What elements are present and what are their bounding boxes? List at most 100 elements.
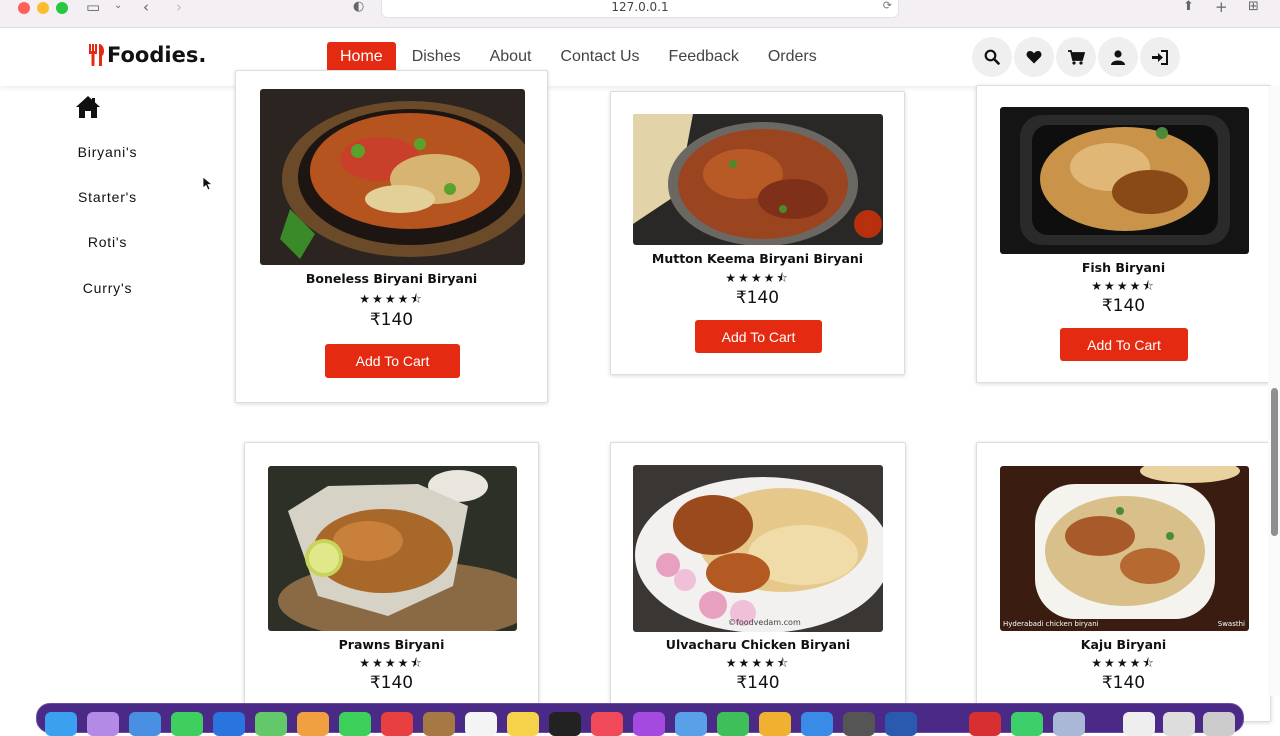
nav-feedback[interactable]: Feedback bbox=[656, 42, 752, 72]
tab-overview-icon[interactable]: ⊞ bbox=[1248, 0, 1259, 14]
back-icon[interactable]: ‹ bbox=[143, 0, 149, 16]
minimize-window-icon[interactable] bbox=[37, 2, 49, 14]
facetime-app-icon[interactable] bbox=[339, 712, 371, 736]
messages-app-icon[interactable] bbox=[171, 712, 203, 736]
cart-icon bbox=[1067, 49, 1085, 65]
photos-app-icon[interactable] bbox=[297, 712, 329, 736]
downloads-stack-icon[interactable] bbox=[1163, 712, 1195, 736]
new-tab-icon[interactable]: + bbox=[1215, 0, 1228, 16]
dish-price: ₹140 bbox=[736, 673, 780, 693]
mouse-cursor-icon bbox=[203, 177, 213, 191]
url-text: 127.0.0.1 bbox=[611, 0, 669, 14]
podcasts-app-icon[interactable] bbox=[633, 712, 665, 736]
documents-stack-icon[interactable] bbox=[1123, 712, 1155, 736]
trash-icon[interactable] bbox=[1203, 712, 1235, 736]
image-watermark: ©foodvedam.com bbox=[728, 618, 801, 627]
mail-app-icon[interactable] bbox=[213, 712, 245, 736]
rating-stars-icon: ★★★★⯪ bbox=[1091, 279, 1156, 293]
close-window-icon[interactable] bbox=[18, 2, 30, 14]
heart-icon bbox=[1026, 51, 1042, 64]
wishlist-button[interactable] bbox=[1014, 37, 1054, 77]
preview-app-icon[interactable] bbox=[675, 712, 707, 736]
contacts-app-icon[interactable] bbox=[423, 712, 455, 736]
finder-app-icon[interactable] bbox=[45, 712, 77, 736]
opera-app-icon[interactable] bbox=[969, 712, 1001, 736]
dish-image bbox=[1000, 107, 1249, 254]
sidebar-item-currys[interactable]: Curry's bbox=[40, 280, 175, 296]
sidebar-item-biryanis[interactable]: Biryani's bbox=[40, 144, 175, 160]
nav-orders[interactable]: Orders bbox=[755, 42, 830, 72]
dish-price: ₹140 bbox=[369, 310, 414, 330]
system-settings-app-icon[interactable] bbox=[843, 712, 875, 736]
user-icon bbox=[1111, 49, 1125, 65]
pages-app-icon[interactable] bbox=[759, 712, 791, 736]
music-app-icon[interactable] bbox=[591, 712, 623, 736]
brand-logo[interactable]: Foodies. bbox=[88, 43, 206, 67]
image-caption: Hyderabadi chicken biryani bbox=[1003, 620, 1099, 628]
login-button[interactable] bbox=[1140, 37, 1180, 77]
add-to-cart-button[interactable]: Add To Cart bbox=[325, 344, 460, 378]
rating-stars-icon: ★★★★⯪ bbox=[1091, 656, 1156, 670]
dish-name: Prawns Biryani bbox=[338, 637, 445, 652]
sidebar-item-starters[interactable]: Starter's bbox=[40, 189, 175, 205]
macos-dock bbox=[36, 703, 1244, 736]
dish-card: Fish Biryani ★★★★⯪ ₹140 Add To Cart bbox=[976, 85, 1271, 383]
dish-image bbox=[633, 114, 883, 245]
nav-home[interactable]: Home bbox=[327, 42, 396, 72]
sidebar-toggle-icon[interactable]: ▭ bbox=[86, 0, 100, 16]
safari-app-icon[interactable] bbox=[129, 712, 161, 736]
app-store-app-icon[interactable] bbox=[801, 712, 833, 736]
rating-stars-icon: ★★★★⯪ bbox=[725, 271, 790, 285]
dish-image: Hyderabadi chicken biryani Swasthi bbox=[1000, 466, 1249, 631]
add-to-cart-button[interactable]: Add To Cart bbox=[1060, 328, 1188, 361]
sidebar-item-rotis[interactable]: Roti's bbox=[40, 234, 175, 250]
login-icon bbox=[1152, 49, 1168, 65]
tv-app-icon[interactable] bbox=[549, 712, 581, 736]
calendar-app-icon[interactable] bbox=[381, 712, 413, 736]
dish-price: ₹140 bbox=[1101, 673, 1146, 693]
shield-icon[interactable]: ◐ bbox=[353, 0, 364, 14]
launchpad-app-icon[interactable] bbox=[87, 712, 119, 736]
whatsapp-app-icon[interactable] bbox=[1011, 712, 1043, 736]
maps-app-icon[interactable] bbox=[255, 712, 287, 736]
share-icon[interactable]: ⬆ bbox=[1183, 0, 1194, 14]
add-to-cart-button[interactable]: Add To Cart bbox=[695, 320, 822, 353]
reminders-app-icon[interactable] bbox=[465, 712, 497, 736]
search-button[interactable] bbox=[972, 37, 1012, 77]
brand-name: Foodies. bbox=[107, 43, 207, 67]
main-nav: Home Dishes About Contact Us Feedback Or… bbox=[327, 42, 833, 72]
dish-name: Ulvacharu Chicken Biryani bbox=[665, 637, 851, 652]
rating-stars-icon: ★★★★⯪ bbox=[359, 292, 424, 306]
rating-stars-icon: ★★★★⯪ bbox=[359, 656, 424, 670]
cart-button[interactable] bbox=[1056, 37, 1096, 77]
dish-price: ₹140 bbox=[735, 288, 780, 308]
nav-contact-us[interactable]: Contact Us bbox=[547, 42, 652, 72]
browser-toolbar: ▭ ⌄ ‹ › ◐ 127.0.0.1 ⟳ ⬆ + ⊞ bbox=[0, 0, 1280, 28]
chevron-down-icon[interactable]: ⌄ bbox=[114, 0, 122, 11]
home-icon[interactable] bbox=[75, 95, 101, 119]
dish-card: Prawns Biryani ★★★★⯪ ₹140 bbox=[244, 442, 539, 722]
dish-price: ₹140 bbox=[369, 673, 414, 693]
image-credit: Swasthi bbox=[1217, 620, 1245, 628]
notes-app-icon[interactable] bbox=[507, 712, 539, 736]
dish-image bbox=[268, 466, 517, 631]
folder-app-icon[interactable] bbox=[1053, 712, 1085, 736]
dish-image: ©foodvedam.com bbox=[633, 465, 883, 632]
account-button[interactable] bbox=[1098, 37, 1138, 77]
reload-icon[interactable]: ⟳ bbox=[883, 0, 892, 12]
site-header: Foodies. Home Dishes About Contact Us Fe… bbox=[0, 29, 1280, 86]
dish-card: Mutton Keema Biryani Biryani ★★★★⯪ ₹140 … bbox=[610, 91, 905, 375]
dish-image bbox=[260, 89, 525, 265]
nav-about[interactable]: About bbox=[477, 42, 545, 72]
zoom-window-icon[interactable] bbox=[56, 2, 68, 14]
vscode-app-icon[interactable] bbox=[885, 712, 917, 736]
numbers-app-icon[interactable] bbox=[717, 712, 749, 736]
nav-dishes[interactable]: Dishes bbox=[399, 42, 474, 72]
scrollbar-thumb[interactable] bbox=[1271, 388, 1278, 536]
dish-card: Boneless Biryani Biryani ★★★★⯪ ₹140 Add … bbox=[235, 70, 548, 403]
search-icon bbox=[984, 49, 1000, 65]
forward-icon[interactable]: › bbox=[176, 0, 182, 16]
dish-card: ©foodvedam.com Ulvacharu Chicken Biryani… bbox=[610, 442, 906, 722]
address-bar[interactable]: 127.0.0.1 ⟳ bbox=[381, 0, 899, 18]
fork-knife-icon bbox=[89, 44, 105, 66]
